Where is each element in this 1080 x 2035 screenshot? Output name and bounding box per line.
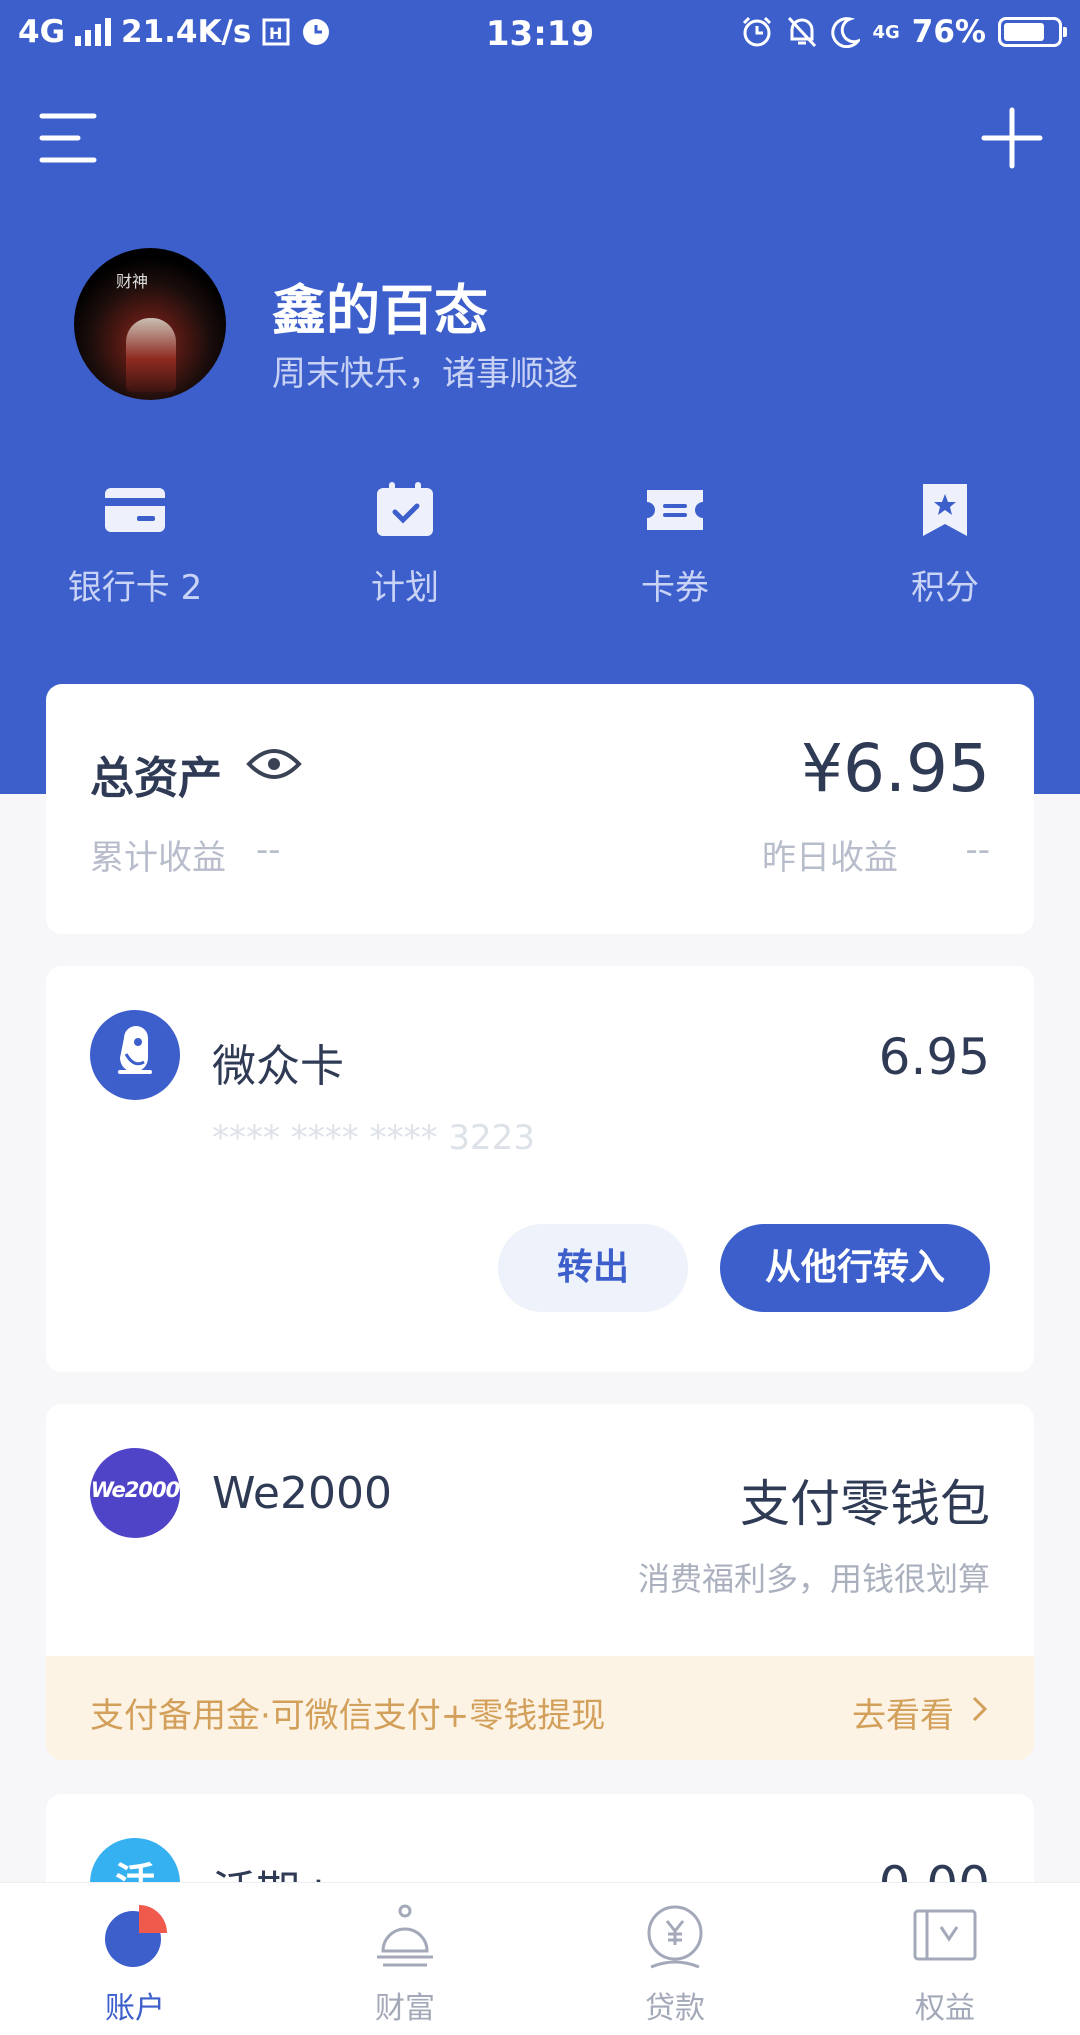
quick-action-label: 卡券 xyxy=(641,568,709,608)
battery-percent: 76% xyxy=(911,14,986,50)
tab-label: 权益 xyxy=(915,1991,975,2026)
tab-label: 财富 xyxy=(375,1991,435,2026)
bookmark-star-icon xyxy=(923,484,967,536)
profile-greeting: 周末快乐，诸事顺遂 xyxy=(272,354,578,394)
we2000-logo-icon: We2000 xyxy=(90,1448,180,1538)
yesterday-earnings-value: -- xyxy=(965,830,990,870)
banner-action[interactable]: 去看看 xyxy=(852,1688,954,1737)
assets-amount: ¥6.95 xyxy=(801,730,990,807)
tab-rights[interactable]: 权益 xyxy=(845,1901,1045,2027)
calendar-check-icon xyxy=(377,482,433,536)
account-card[interactable]: 微众卡 6.95 **** **** **** 3223 转出 从他行转入 xyxy=(46,966,1034,1372)
eye-icon[interactable] xyxy=(246,744,302,784)
add-icon[interactable] xyxy=(980,106,1044,170)
tab-account[interactable]: 账户 xyxy=(35,1901,235,2027)
we2000-subtitle: 消费福利多，用钱很划算 xyxy=(637,1560,990,1598)
avatar-text: 财神 xyxy=(116,272,149,291)
assets-card[interactable]: 总资产 ¥6.95 累计收益 -- 昨日收益 -- xyxy=(46,684,1034,934)
menu-icon[interactable] xyxy=(38,110,98,166)
status-bar: 4G 21.4K/s H 13:19 4G 76% xyxy=(0,0,1080,72)
yesterday-earnings-label: 昨日收益 xyxy=(762,838,898,878)
wealth-bag-icon xyxy=(377,1904,433,1967)
loan-yen-icon xyxy=(647,1905,703,1969)
cumulative-earnings-value: -- xyxy=(256,830,281,870)
quick-action-coupon[interactable]: 卡券 xyxy=(575,482,775,609)
we2000-logo-text: We2000 xyxy=(90,1478,181,1502)
assets-title: 总资产 xyxy=(90,753,222,804)
banner-text: 支付备用金·可微信支付+零钱提现 xyxy=(90,1696,606,1736)
alarm-icon xyxy=(743,16,772,47)
tab-wealth[interactable]: 财富 xyxy=(305,1901,505,2027)
weizhong-logo-icon xyxy=(90,1010,180,1100)
network-type-right: 4G xyxy=(872,21,900,43)
coupon-icon xyxy=(647,490,703,530)
transfer-in-button[interactable]: 从他行转入 xyxy=(720,1224,990,1312)
we2000-title: 支付零钱包 xyxy=(740,1475,990,1533)
tab-label: 账户 xyxy=(105,1991,165,2026)
account-pie-icon xyxy=(105,1905,167,1967)
bank-card-icon xyxy=(105,488,165,532)
tab-loan[interactable]: 贷款 xyxy=(575,1901,775,2027)
quick-action-label: 银行卡 2 xyxy=(67,568,203,608)
account-name: 微众卡 xyxy=(212,1041,344,1092)
account-balance: 6.95 xyxy=(878,1028,990,1086)
avatar[interactable]: 财神 xyxy=(74,248,226,400)
quick-action-label: 计划 xyxy=(371,568,439,608)
rights-ticket-icon xyxy=(913,1909,977,1961)
bottom-tab-bar: 账户 财富 贷款 权益 xyxy=(0,1882,1080,2035)
account-number: **** **** **** 3223 xyxy=(212,1118,535,1158)
cumulative-earnings-label: 累计收益 xyxy=(90,838,226,878)
we2000-name: We2000 xyxy=(212,1468,392,1519)
we2000-promo-banner[interactable]: 支付备用金·可微信支付+零钱提现 去看看 xyxy=(46,1656,1034,1760)
transfer-out-button[interactable]: 转出 xyxy=(498,1224,688,1312)
quick-action-plan[interactable]: 计划 xyxy=(305,482,505,609)
tab-label: 贷款 xyxy=(645,1991,705,2026)
quick-action-points[interactable]: 积分 xyxy=(845,482,1045,609)
battery-icon xyxy=(998,17,1067,47)
quick-action-label: 积分 xyxy=(911,568,979,608)
chevron-right-icon xyxy=(972,1696,988,1722)
quick-action-bank-card[interactable]: 银行卡 2 xyxy=(35,482,235,609)
moon-icon xyxy=(831,17,861,48)
mute-bell-icon xyxy=(788,16,817,48)
profile-name[interactable]: 鑫的百态 xyxy=(272,266,488,345)
